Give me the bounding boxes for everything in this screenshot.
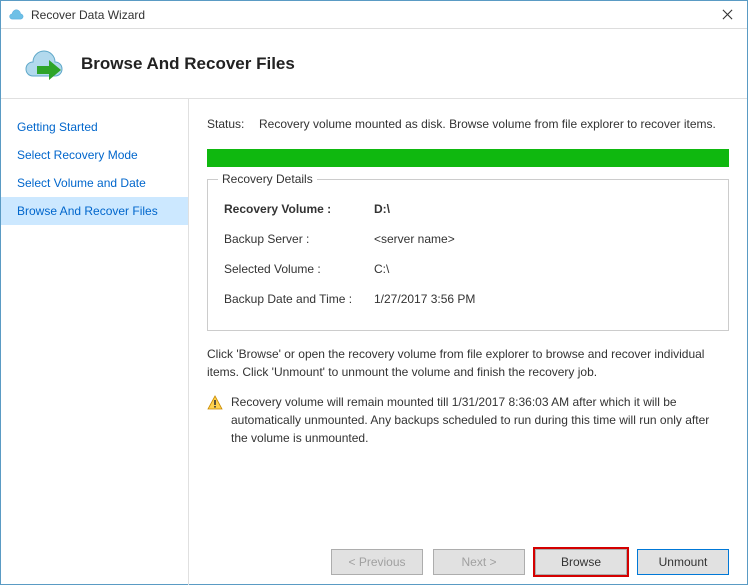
warning-row: Recovery volume will remain mounted till… bbox=[207, 393, 729, 447]
sidebar-item-getting-started[interactable]: Getting Started bbox=[1, 113, 188, 141]
info-text: Click 'Browse' or open the recovery volu… bbox=[207, 345, 729, 381]
previous-button: < Previous bbox=[331, 549, 423, 575]
status-text: Recovery volume mounted as disk. Browse … bbox=[259, 117, 729, 131]
selected-volume-label: Selected Volume : bbox=[224, 262, 374, 276]
detail-row-backup-datetime: Backup Date and Time : 1/27/2017 3:56 PM bbox=[224, 284, 712, 314]
detail-row-recovery-volume: Recovery Volume : D:\ bbox=[224, 190, 712, 224]
backup-datetime-value: 1/27/2017 3:56 PM bbox=[374, 292, 475, 306]
detail-row-selected-volume: Selected Volume : C:\ bbox=[224, 254, 712, 284]
cloud-arrow-icon bbox=[19, 44, 67, 84]
sidebar-item-select-recovery-mode[interactable]: Select Recovery Mode bbox=[1, 141, 188, 169]
titlebar: Recover Data Wizard bbox=[1, 1, 747, 29]
details-group-title: Recovery Details bbox=[218, 172, 317, 186]
backup-server-value: <server name> bbox=[374, 232, 455, 246]
status-row: Status: Recovery volume mounted as disk.… bbox=[207, 117, 729, 131]
detail-row-backup-server: Backup Server : <server name> bbox=[224, 224, 712, 254]
selected-volume-value: C:\ bbox=[374, 262, 389, 276]
warning-text: Recovery volume will remain mounted till… bbox=[231, 393, 729, 447]
close-button[interactable] bbox=[707, 1, 747, 28]
app-icon bbox=[7, 6, 25, 24]
button-bar: < Previous Next > Browse Unmount bbox=[331, 549, 729, 575]
recovery-volume-value: D:\ bbox=[374, 202, 390, 216]
recovery-details-group: Recovery Details Recovery Volume : D:\ B… bbox=[207, 179, 729, 331]
browse-button[interactable]: Browse bbox=[535, 549, 627, 575]
sidebar-item-select-volume-date[interactable]: Select Volume and Date bbox=[1, 169, 188, 197]
recovery-volume-label: Recovery Volume : bbox=[224, 202, 374, 216]
warning-icon bbox=[207, 395, 223, 411]
content-pane: Status: Recovery volume mounted as disk.… bbox=[189, 99, 747, 585]
wizard-sidebar: Getting Started Select Recovery Mode Sel… bbox=[1, 99, 189, 585]
backup-server-label: Backup Server : bbox=[224, 232, 374, 246]
next-button: Next > bbox=[433, 549, 525, 575]
window-title: Recover Data Wizard bbox=[31, 8, 707, 22]
wizard-header: Browse And Recover Files bbox=[1, 29, 747, 99]
status-label: Status: bbox=[207, 117, 259, 131]
page-title: Browse And Recover Files bbox=[81, 54, 295, 74]
sidebar-item-browse-recover[interactable]: Browse And Recover Files bbox=[1, 197, 188, 225]
main-area: Getting Started Select Recovery Mode Sel… bbox=[1, 99, 747, 585]
progress-bar bbox=[207, 149, 729, 167]
backup-datetime-label: Backup Date and Time : bbox=[224, 292, 374, 306]
unmount-button[interactable]: Unmount bbox=[637, 549, 729, 575]
